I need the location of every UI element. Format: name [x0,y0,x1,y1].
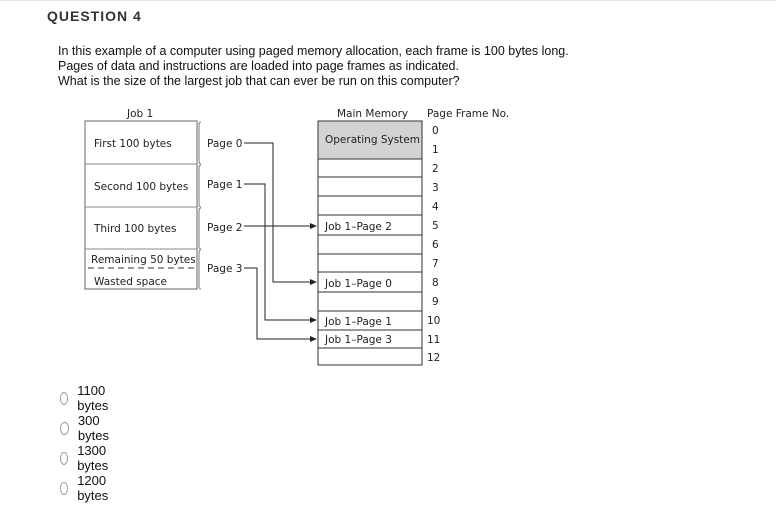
memory-frame [317,347,423,366]
radio-button[interactable] [60,421,69,435]
page-arrows [244,142,312,340]
page-frame-number: 3 [432,182,439,194]
radio-button[interactable] [60,391,69,405]
page-label: Page 1 [207,179,242,191]
answer-label[interactable]: 1300 bytes [77,443,113,473]
page-frame-number: 11 [427,334,440,346]
answer-option[interactable]: 1100 bytes [60,383,113,413]
paged-memory-figure: Job 1 Main Memory Page Frame No. First 1… [84,108,509,366]
page-frame-number: 1 [432,144,439,156]
memory-frame [317,195,423,216]
page-frame-number: 5 [432,220,439,232]
job-segment: First 100 bytes [94,138,172,150]
radio-button[interactable] [60,451,69,465]
job-segment: Third 100 bytes [93,223,176,235]
job-segment: Wasted space [94,276,167,288]
job-title: Job 1 [126,108,153,120]
memory-frame-label: Job 1–Page 2 [324,221,392,233]
arrow-heads [310,223,317,342]
answer-label[interactable]: 1100 bytes [77,383,113,413]
memory-frame [317,234,423,255]
page-frame-number: 8 [432,277,439,289]
memory-frame-label: Job 1–Page 3 [324,334,392,346]
memory-frame [317,158,423,178]
answer-label[interactable]: 1200 bytes [77,473,113,503]
main-memory-title: Main Memory [337,108,408,120]
job-segment: Remaining 50 bytes [91,254,196,266]
page-label: Page 0 [207,138,242,150]
page-frame-number: 0 [432,125,439,137]
memory-frame-label: Job 1–Page 0 [324,278,392,290]
page-frame-number: 6 [432,239,439,251]
page-frame-number: 12 [427,352,440,364]
memory-frame-label: Job 1–Page 1 [324,316,392,328]
answer-option[interactable]: 1200 bytes [60,473,113,503]
page-frame-title: Page Frame No. [427,108,509,120]
page-label: Page 2 [207,222,242,234]
main-memory: Operating System Job 1–Page 2 Job 1–Page 0… [317,120,440,366]
memory-frame [317,253,423,273]
page-frame-number: 10 [427,315,440,327]
radio-button[interactable] [60,481,69,495]
memory-frame [317,291,423,312]
answer-option[interactable]: 300 bytes [60,413,113,443]
page-brackets [198,121,202,290]
page-frame-number: 7 [432,258,439,270]
job-segment: Second 100 bytes [94,181,188,193]
page-frame-number: 4 [432,201,439,213]
memory-frame-label: Operating System [325,134,420,146]
memory-frame [317,176,423,197]
answer-option[interactable]: 1300 bytes [60,443,113,473]
page-frame-number: 9 [432,296,439,308]
answer-label[interactable]: 300 bytes [78,413,113,443]
page-label: Page 3 [207,263,242,275]
page-frame-number: 2 [432,163,439,175]
